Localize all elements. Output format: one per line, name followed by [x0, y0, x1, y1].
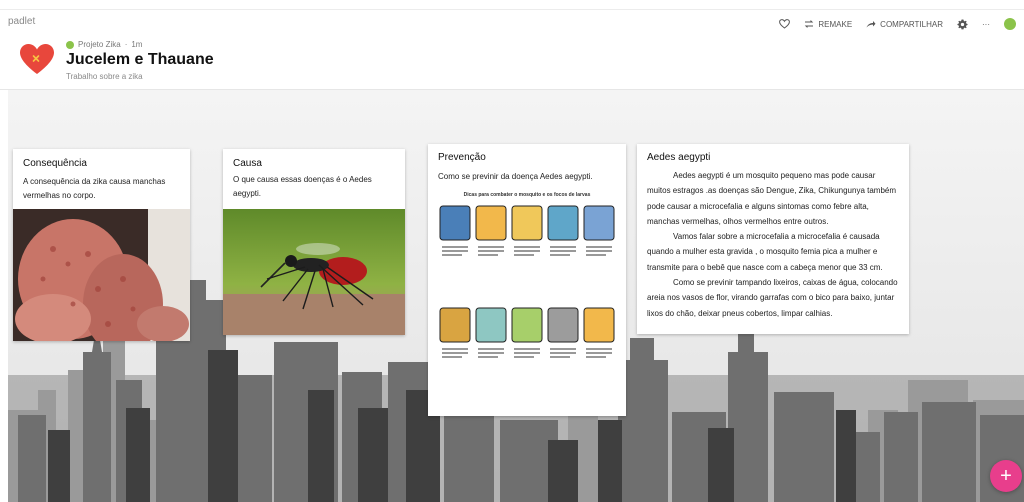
post-card[interactable]: Prevenção Como se previnir da doença Aed…	[428, 144, 626, 416]
post-card[interactable]: Causa O que causa essas doenças é o Aede…	[223, 149, 405, 335]
breadcrumb-time: 1m	[131, 40, 143, 49]
post-body: Aedes aegypti é um mosquito pequeno mas …	[647, 168, 901, 321]
post-paragraph: Vamos falar sobre a microcefalia a micro…	[647, 232, 883, 272]
settings-button[interactable]	[957, 18, 968, 30]
author-avatar	[66, 40, 74, 49]
heart-icon	[20, 44, 54, 74]
more-options-button[interactable]: ···	[982, 20, 990, 29]
post-body: A consequência da zika causa manchas ver…	[23, 177, 166, 200]
user-avatar[interactable]	[1004, 18, 1016, 30]
remake-button[interactable]: REMAKE	[804, 20, 852, 29]
post-card[interactable]: Consequência A consequência da zika caus…	[13, 149, 190, 341]
share-icon	[866, 21, 876, 28]
post-title: Causa	[233, 158, 262, 169]
padlet-wall: Consequência A consequência da zika caus…	[8, 90, 1024, 502]
breadcrumb-separator: ·	[124, 40, 128, 49]
post-body: O que causa essas doenças é o Aedes aegy…	[233, 175, 372, 198]
poster-title: Dicas para combater o mosquito e os foco…	[464, 192, 591, 198]
post-title: Aedes aegypti	[647, 152, 711, 163]
breadcrumb: Projeto Zika · 1m	[66, 40, 142, 49]
prevention-poster[interactable]: Dicas para combater o mosquito e os foco…	[436, 188, 618, 408]
padlet-header: padlet Projeto Zika · 1m Jucelem e Thaua…	[0, 10, 1024, 90]
share-button[interactable]: COMPARTILHAR	[866, 20, 943, 29]
share-label: COMPARTILHAR	[880, 19, 943, 29]
remake-label: REMAKE	[818, 19, 853, 29]
post-body: Como se previnir da doença Aedes aegypti…	[438, 172, 593, 181]
post-paragraph: Aedes aegypti é um mosquito pequeno mas …	[647, 171, 897, 226]
mosquito-photo[interactable]	[223, 209, 405, 335]
post-card[interactable]: Aedes aegypti Aedes aegypti é um mosquit…	[637, 144, 909, 334]
skin-rash-photo[interactable]	[13, 209, 190, 341]
post-paragraph: Como se previnir tampando lixeiros, caix…	[647, 278, 898, 318]
gear-icon	[957, 18, 968, 29]
post-title: Consequência	[23, 158, 87, 169]
breadcrumb-project[interactable]: Projeto Zika	[78, 40, 121, 49]
brand-logo[interactable]: padlet	[8, 16, 35, 27]
page-subtitle: Trabalho sobre a zika	[66, 72, 143, 81]
skin-rash-illustration	[13, 209, 190, 341]
browser-top-edge	[0, 0, 1024, 10]
page-title: Jucelem e Thauane	[66, 51, 214, 68]
remake-icon	[805, 20, 814, 28]
mosquito-illustration	[223, 209, 405, 335]
like-button[interactable]	[779, 19, 791, 29]
header-actions: REMAKE COMPARTILHAR ···	[779, 18, 1016, 30]
heart-outline-icon	[779, 19, 791, 29]
add-post-button[interactable]: +	[990, 460, 1022, 492]
post-title: Prevenção	[438, 152, 486, 163]
